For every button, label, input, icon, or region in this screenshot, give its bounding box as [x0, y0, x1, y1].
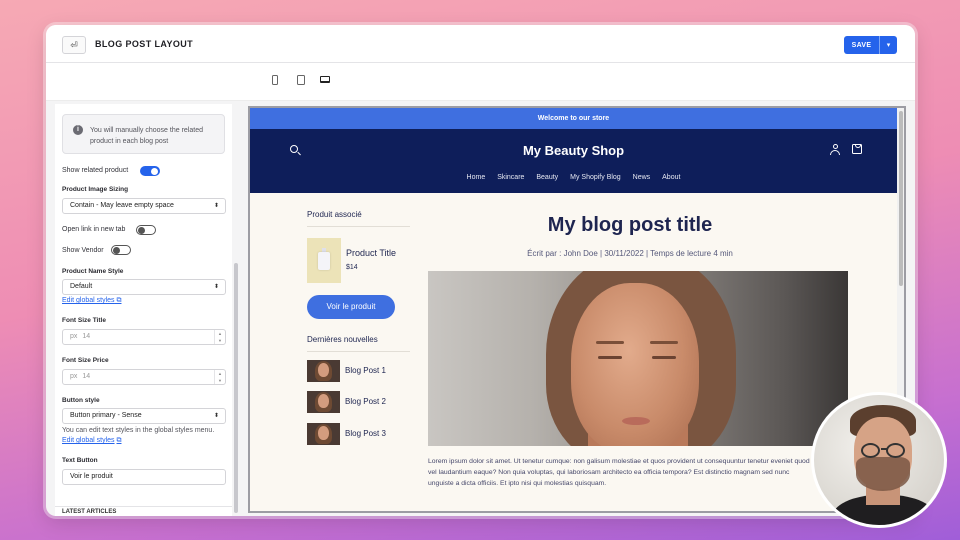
- unit-label: px: [70, 373, 78, 380]
- hero-image: [428, 271, 848, 446]
- preview-scrollbar-thumb[interactable]: [899, 111, 903, 286]
- view-product-button[interactable]: Voir le produit: [307, 295, 395, 319]
- mobile-view-icon[interactable]: [272, 75, 278, 85]
- toggle-knob: [151, 167, 158, 175]
- number-stepper[interactable]: ▲ ▼: [214, 370, 225, 384]
- name-style-value: Default: [70, 283, 93, 290]
- select-arrow-icon: ⬍: [213, 203, 219, 209]
- unit-label: px: [70, 333, 78, 340]
- show-vendor-label: Show Vendor: [62, 247, 104, 254]
- edit-global-styles-text: Edit global styles: [62, 297, 115, 304]
- blog-meta: Écrit par : John Doe | 30/11/2022 | Temp…: [527, 249, 733, 258]
- external-link-icon: ⧉: [116, 437, 122, 444]
- post-thumbnail: [307, 391, 340, 413]
- save-button[interactable]: SAVE: [844, 36, 879, 54]
- name-style-select[interactable]: Default ⬍: [62, 279, 226, 295]
- page-title: BLOG POST LAYOUT: [95, 39, 194, 49]
- latest-news-heading: Dernières nouvelles: [307, 335, 378, 344]
- product-image[interactable]: [307, 238, 341, 283]
- edit-global-styles-link[interactable]: Edit global styles ⧉: [62, 297, 121, 305]
- font-size-title-input[interactable]: px 14 ▲ ▼: [62, 329, 226, 345]
- button-style-select[interactable]: Button primary - Sense ⬍: [62, 408, 226, 424]
- button-style-help: You can edit text styles in the global s…: [62, 426, 222, 446]
- select-arrow-icon: ⬍: [213, 413, 219, 419]
- product-price: $14: [346, 264, 358, 271]
- announcement-bar: Welcome to our store: [250, 108, 897, 129]
- font-size-title-value: 14: [82, 333, 91, 340]
- chevron-up-icon: ▲: [218, 331, 222, 336]
- divider: [307, 351, 410, 352]
- list-item[interactable]: Blog Post 2: [307, 391, 427, 413]
- info-notice: i You will manually choose the related p…: [62, 114, 225, 154]
- open-new-tab-label: Open link in new tab: [62, 226, 126, 233]
- save-dropdown-button[interactable]: ▾: [879, 36, 897, 54]
- chevron-down-icon: ▼: [218, 378, 222, 383]
- font-size-price-input[interactable]: px 14 ▲ ▼: [62, 369, 226, 385]
- store-preview: Welcome to our store My Beauty Shop Home…: [248, 106, 906, 513]
- top-bar: ⏎ BLOG POST LAYOUT SAVE ▾: [46, 25, 915, 63]
- post-title: Blog Post 3: [345, 429, 386, 438]
- open-new-tab-toggle[interactable]: [136, 225, 156, 235]
- webcam-overlay: [811, 392, 947, 528]
- toggle-knob: [113, 246, 120, 254]
- editor-window: ⏎ BLOG POST LAYOUT SAVE ▾ i You will man…: [46, 25, 915, 516]
- image-sizing-label: Product Image Sizing: [62, 186, 129, 193]
- post-title: Blog Post 1: [345, 366, 386, 375]
- tablet-view-icon[interactable]: [297, 75, 305, 85]
- account-icon[interactable]: [830, 144, 840, 155]
- chevron-up-icon: ▲: [218, 371, 222, 376]
- post-thumbnail: [307, 360, 340, 382]
- list-item[interactable]: Blog Post 3: [307, 423, 427, 445]
- font-size-price-value: 14: [82, 373, 91, 380]
- nav-skincare[interactable]: Skincare: [497, 174, 524, 181]
- font-size-price-label: Font Size Price: [62, 357, 109, 364]
- post-thumbnail: [307, 423, 340, 445]
- blog-body: Lorem ipsum dolor sit amet. Ut tenetur c…: [428, 458, 810, 487]
- settings-panel: i You will manually choose the related p…: [55, 104, 232, 516]
- blog-title: My blog post title: [547, 214, 713, 236]
- info-icon: i: [73, 125, 83, 135]
- nav-news[interactable]: News: [633, 174, 651, 181]
- shop-name[interactable]: My Beauty Shop: [250, 143, 897, 158]
- font-size-title-label: Font Size Title: [62, 317, 106, 324]
- product-title[interactable]: Product Title: [346, 248, 396, 258]
- list-item[interactable]: Blog Post 1: [307, 360, 427, 382]
- show-related-label: Show related product: [62, 167, 129, 174]
- image-sizing-select[interactable]: Contain - May leave empty space ⬍: [62, 198, 226, 214]
- button-style-label: Button style: [62, 397, 100, 404]
- store-header: My Beauty Shop Home Skincare Beauty My S…: [250, 129, 897, 193]
- text-button-input[interactable]: Voir le produit: [62, 469, 226, 485]
- external-link-icon: ⧉: [116, 297, 122, 304]
- nav-home[interactable]: Home: [467, 174, 486, 181]
- divider: [307, 226, 410, 227]
- name-style-label: Product Name Style: [62, 268, 124, 275]
- back-button[interactable]: ⏎: [62, 36, 86, 54]
- related-product-heading: Produit associé: [307, 210, 362, 219]
- image-sizing-value: Contain - May leave empty space: [70, 202, 174, 209]
- panel-scrollbar-thumb[interactable]: [234, 263, 238, 513]
- nav-about[interactable]: About: [662, 174, 680, 181]
- button-style-value: Button primary - Sense: [70, 412, 142, 419]
- device-switcher: [46, 63, 915, 101]
- cart-icon[interactable]: [852, 144, 862, 154]
- show-related-toggle[interactable]: [140, 166, 160, 176]
- nav-beauty[interactable]: Beauty: [536, 174, 558, 181]
- show-vendor-toggle[interactable]: [111, 245, 131, 255]
- back-icon: ⏎: [70, 39, 78, 50]
- latest-articles-section[interactable]: LATEST ARTICLES: [55, 506, 232, 516]
- edit-global-styles-link-2[interactable]: Edit global styles: [62, 437, 115, 444]
- text-button-label: Text Button: [62, 457, 98, 464]
- desktop-view-icon[interactable]: [320, 76, 330, 83]
- main-nav: Home Skincare Beauty My Shopify Blog New…: [250, 174, 897, 181]
- notice-text: You will manually choose the related pro…: [90, 127, 203, 145]
- nav-blog[interactable]: My Shopify Blog: [570, 174, 621, 181]
- number-stepper[interactable]: ▲ ▼: [214, 330, 225, 344]
- select-arrow-icon: ⬍: [213, 284, 219, 290]
- chevron-down-icon: ▾: [886, 42, 891, 49]
- button-help-text: You can edit text styles in the global s…: [62, 427, 215, 434]
- post-title: Blog Post 2: [345, 397, 386, 406]
- toggle-knob: [138, 226, 145, 234]
- chevron-down-icon: ▼: [218, 338, 222, 343]
